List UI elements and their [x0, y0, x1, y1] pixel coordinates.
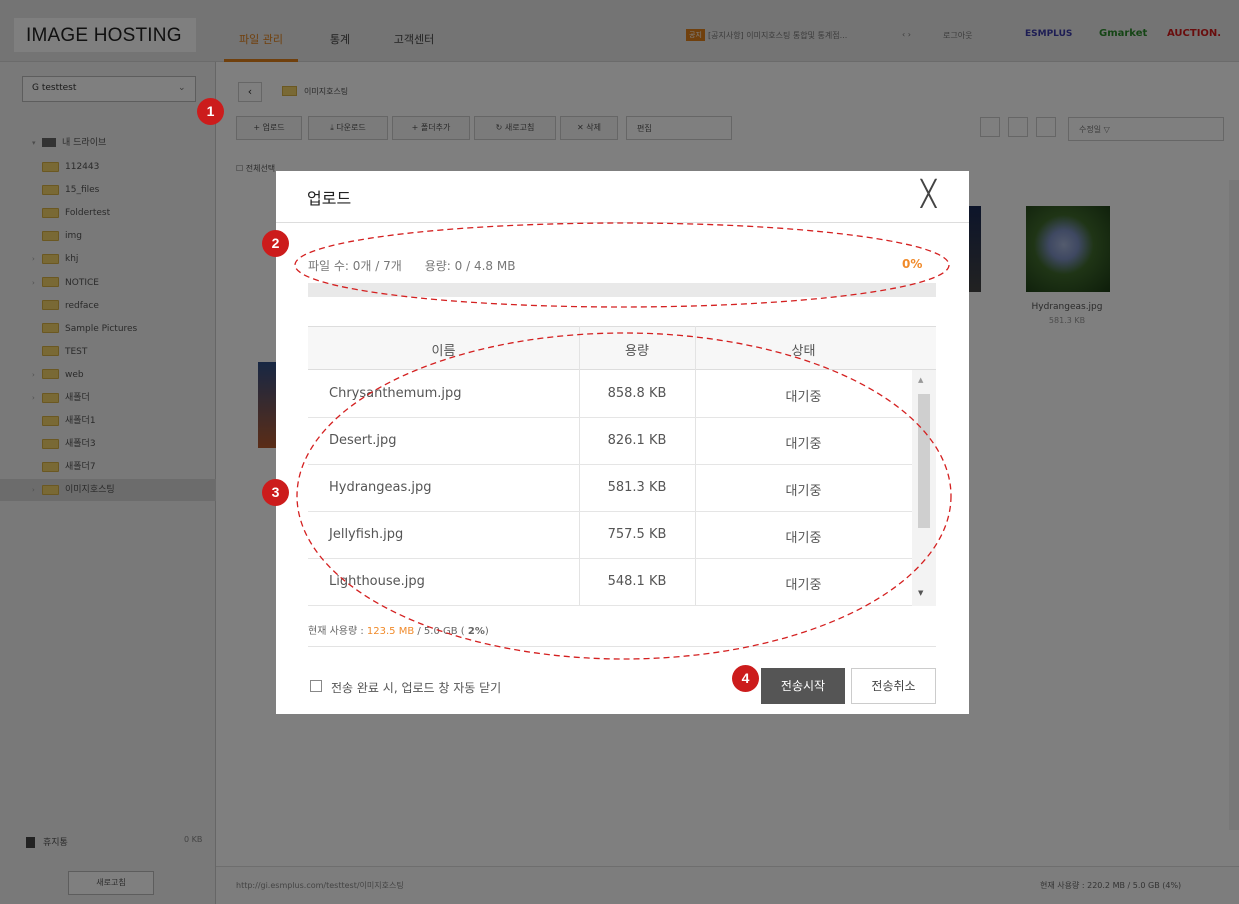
auto-close-checkbox[interactable] [310, 680, 322, 692]
file-name-cell: Hydrangeas.jpg [329, 480, 432, 495]
progress-bar [308, 283, 936, 297]
file-count: 파일 수: 0개 / 7개 [308, 259, 402, 273]
marker-2: 2 [262, 230, 289, 257]
capacity: 용량: 0 / 4.8 MB [424, 259, 516, 273]
column-name: 이름 [431, 344, 456, 359]
file-size-cell: 858.8 KB [607, 386, 667, 401]
usage-end: ) [484, 626, 489, 637]
scroll-down-icon[interactable]: ▼ [918, 589, 923, 597]
file-name-cell: Desert.jpg [329, 433, 397, 448]
usage-prefix: 현재 사용량 : [308, 626, 367, 637]
marker-4: 4 [732, 665, 759, 692]
file-size-cell: 548.1 KB [607, 574, 667, 589]
close-icon[interactable]: ╳ [921, 179, 936, 209]
file-size-cell: 826.1 KB [607, 433, 667, 448]
file-status-cell: 대기중 [785, 484, 822, 499]
file-status-cell: 대기중 [785, 437, 822, 452]
divider [308, 646, 936, 647]
modal-title: 업로드 [307, 189, 352, 208]
column-status: 상태 [791, 344, 816, 359]
scrollbar-thumb[interactable] [918, 394, 930, 528]
file-status-cell: 대기중 [785, 578, 822, 593]
divider [308, 605, 912, 606]
usage-total: / 5.0 GB ( [414, 626, 468, 637]
cancel-transfer-button[interactable]: 전송취소 [851, 668, 936, 704]
file-status-cell: 대기중 [785, 390, 822, 405]
marker-1: 1 [197, 98, 224, 125]
file-status-cell: 대기중 [785, 531, 822, 546]
file-count-capacity: 파일 수: 0개 / 7개 용량: 0 / 4.8 MB [308, 257, 515, 274]
scroll-up-icon[interactable]: ▲ [918, 376, 923, 384]
file-size-cell: 581.3 KB [607, 480, 667, 495]
file-name-cell: Chrysanthemum.jpg [329, 386, 462, 401]
marker-3: 3 [262, 479, 289, 506]
file-size-cell: 757.5 KB [607, 527, 667, 542]
column-size: 용량 [625, 344, 649, 359]
file-name-cell: Lighthouse.jpg [329, 574, 425, 589]
usage-percent: 2% [467, 626, 485, 637]
progress-percent: 0% [902, 257, 923, 271]
storage-usage: 현재 사용량 : 123.5 MB / 5.0 GB ( 2%) [308, 622, 489, 637]
usage-used: 123.5 MB [366, 626, 415, 637]
file-name-cell: Jellyfish.jpg [329, 527, 404, 542]
start-transfer-button[interactable]: 전송시작 [761, 668, 845, 704]
divider [276, 222, 969, 223]
auto-close-label[interactable]: 전송 완료 시, 업로드 창 자동 닫기 [331, 679, 501, 696]
